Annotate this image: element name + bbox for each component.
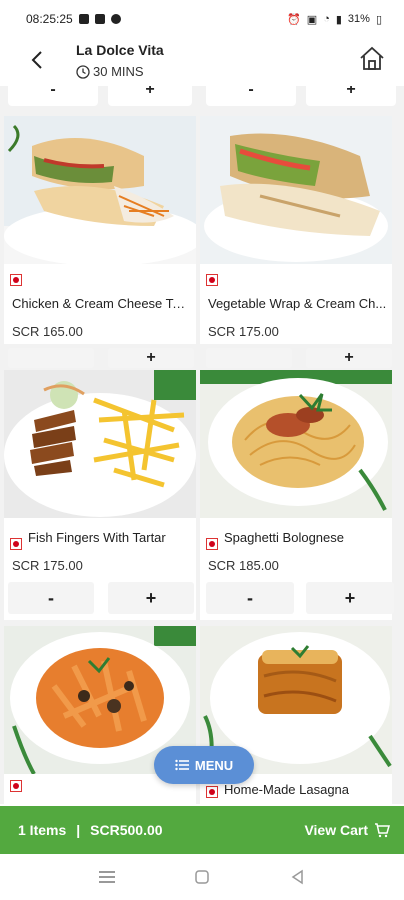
non-veg-icon xyxy=(10,538,22,550)
non-veg-icon xyxy=(206,786,218,798)
cart-item-count: 1 Items xyxy=(18,822,67,838)
facebook-icon xyxy=(78,14,89,24)
menu-list[interactable]: - + - + Chicken & Cream Cheese Tor... SC… xyxy=(0,86,404,804)
home-icon xyxy=(360,46,384,70)
battery-icon: ▯ xyxy=(375,13,382,26)
view-cart-label: View Cart xyxy=(304,822,368,838)
system-home-button[interactable] xyxy=(190,865,214,889)
square-icon xyxy=(195,870,209,884)
cart-total: SCR500.00 xyxy=(90,822,163,838)
minus-button[interactable] xyxy=(206,348,292,368)
item-image xyxy=(4,116,196,264)
non-veg-icon xyxy=(10,274,22,286)
clock-icon xyxy=(76,64,90,79)
minus-button[interactable] xyxy=(8,348,94,368)
non-veg-icon xyxy=(10,780,22,792)
item-price: SCR 175.00 xyxy=(12,558,83,573)
recent-apps-button[interactable] xyxy=(95,865,119,889)
item-image xyxy=(200,116,392,264)
home-button[interactable] xyxy=(358,44,386,72)
partial-row: - + - + xyxy=(0,86,404,108)
status-left: 08:25:25 xyxy=(26,12,121,26)
restaurant-title: La Dolce Vita xyxy=(76,42,164,58)
plus-button[interactable]: + xyxy=(306,582,394,614)
recents-icon xyxy=(99,871,116,883)
minus-button[interactable]: - xyxy=(8,86,98,106)
cart-bar[interactable]: 1 Items | SCR500.00 View Cart xyxy=(0,806,404,854)
item-name: Fish Fingers With Tartar xyxy=(28,530,166,545)
item-image xyxy=(4,370,196,518)
alarm-icon: ⏰ xyxy=(287,13,301,26)
cart-summary: 1 Items | SCR500.00 xyxy=(18,822,163,838)
item-name: Spaghetti Bolognese xyxy=(224,530,344,545)
delivery-time-text: 30 MINS xyxy=(93,64,144,79)
minus-button[interactable]: - xyxy=(206,582,294,614)
menu-item-card[interactable]: Chicken & Cream Cheese Tor... SCR 165.00 xyxy=(4,116,196,344)
item-name: Vegetable Wrap & Cream Ch... xyxy=(208,296,387,311)
plus-button[interactable]: + xyxy=(108,582,194,614)
plus-button[interactable]: + xyxy=(306,348,392,368)
menu-item-card[interactable]: Vegetable Wrap & Cream Ch... SCR 175.00 xyxy=(200,116,392,344)
minus-button[interactable]: - xyxy=(8,582,94,614)
notification-icon xyxy=(94,14,105,24)
non-veg-icon xyxy=(206,274,218,286)
system-nav-bar xyxy=(0,854,404,900)
menu-item-card[interactable]: Spaghetti Bolognese SCR 185.00 - + xyxy=(200,370,394,620)
non-veg-icon xyxy=(206,538,218,550)
item-price: SCR 185.00 xyxy=(208,558,279,573)
vibrate-icon: ▣ xyxy=(306,13,318,26)
list-icon xyxy=(175,759,189,771)
plus-button[interactable]: + xyxy=(108,348,194,368)
menu-button-label: MENU xyxy=(194,757,234,773)
view-cart-button[interactable]: View Cart xyxy=(304,822,390,838)
status-right: ⏰ ▣ ◔ ▮ 31% ▯ xyxy=(287,13,382,26)
wifi-icon: ◔ xyxy=(323,13,330,25)
delivery-time: 30 MINS xyxy=(76,64,144,79)
item-image xyxy=(200,370,392,518)
minus-button[interactable]: - xyxy=(206,86,296,106)
battery-level: 31% xyxy=(347,13,370,25)
app-header: La Dolce Vita 30 MINS xyxy=(0,38,404,86)
clock: 08:25:25 xyxy=(26,12,73,26)
system-back-button[interactable] xyxy=(285,865,309,889)
signal-icon: ▮ xyxy=(335,13,342,26)
back-button[interactable] xyxy=(26,48,50,72)
item-price: SCR 175.00 xyxy=(208,324,279,339)
menu-item-card[interactable]: Fish Fingers With Tartar SCR 175.00 - + xyxy=(4,370,196,620)
item-name: Chicken & Cream Cheese Tor... xyxy=(12,296,192,311)
triangle-back-icon xyxy=(291,869,303,885)
menu-button[interactable]: MENU xyxy=(154,746,254,784)
app-icon xyxy=(110,14,121,24)
status-bar: 08:25:25 ⏰ ▣ ◔ ▮ 31% ▯ xyxy=(0,0,404,38)
plus-button[interactable]: + xyxy=(306,86,396,106)
item-price: SCR 165.00 xyxy=(12,324,83,339)
plus-button[interactable]: + xyxy=(108,86,192,106)
chevron-left-icon xyxy=(31,51,42,69)
cart-icon xyxy=(375,823,390,838)
cart-separator: | xyxy=(76,822,81,838)
item-name: Home-Made Lasagna xyxy=(224,782,350,797)
